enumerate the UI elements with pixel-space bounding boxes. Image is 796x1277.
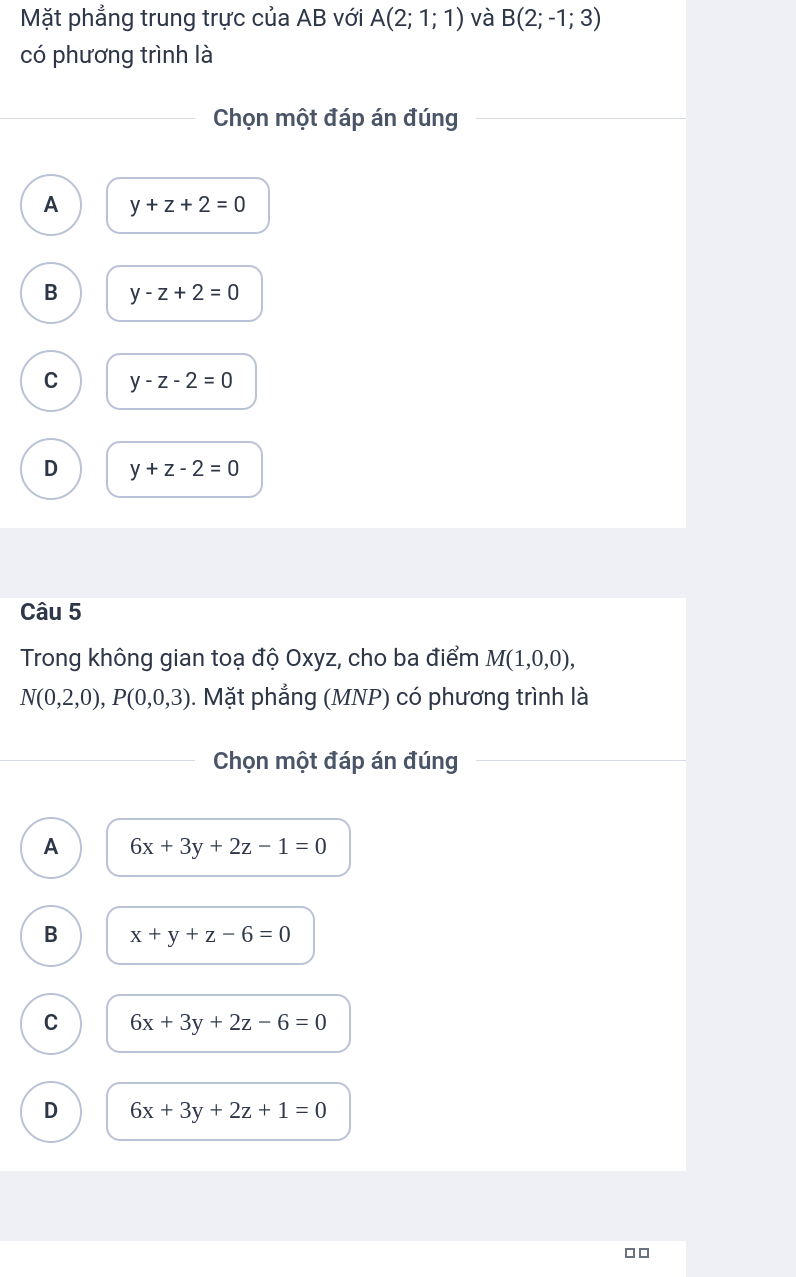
- qr-icon[interactable]: [624, 1247, 664, 1271]
- instruction-divider: Chọn một đáp án đúng: [0, 747, 686, 775]
- divider-line-left: [0, 118, 195, 119]
- divider-line-right: [476, 760, 686, 761]
- question-text-part2: . Mặt phẳng: [191, 683, 324, 711]
- option-letter: D: [20, 438, 82, 500]
- question-text-line1: Mặt phẳng trung trực của AB với A(2; 1; …: [20, 4, 602, 32]
- option-a[interactable]: A y + z + 2 = 0: [20, 174, 666, 236]
- option-label: y - z - 2 = 0: [106, 353, 257, 410]
- question-text: Mặt phẳng trung trực của AB với A(2; 1; …: [20, 0, 666, 74]
- divider-line-left: [0, 760, 195, 761]
- option-letter: B: [20, 262, 82, 324]
- option-a[interactable]: A 6x + 3y + 2z − 1 = 0: [20, 817, 666, 879]
- question-text-part3: có phương trình là: [390, 683, 589, 711]
- option-letter: B: [20, 905, 82, 967]
- question-title: Câu 5: [20, 598, 666, 626]
- option-label: 6x + 3y + 2z + 1 = 0: [106, 1082, 351, 1141]
- question-text: Trong không gian toạ độ Oxyz, cho ba điể…: [20, 640, 666, 716]
- math-n: N(0,2,0),: [20, 685, 112, 711]
- instruction-divider: Chọn một đáp án đúng: [0, 104, 686, 132]
- option-label: y + z + 2 = 0: [106, 177, 270, 234]
- option-b[interactable]: B y - z + 2 = 0: [20, 262, 666, 324]
- option-letter: D: [20, 1081, 82, 1143]
- question-text-line2: có phương trình là: [20, 41, 213, 69]
- option-letter: A: [20, 817, 82, 879]
- option-label: y - z + 2 = 0: [106, 265, 263, 322]
- option-label: y + z - 2 = 0: [106, 441, 263, 498]
- option-label: 6x + 3y + 2z − 6 = 0: [106, 994, 351, 1053]
- math-p: P(0,0,3): [112, 685, 191, 711]
- option-c[interactable]: C y - z - 2 = 0: [20, 350, 666, 412]
- option-label: 6x + 3y + 2z − 1 = 0: [106, 818, 351, 877]
- option-letter: C: [20, 993, 82, 1055]
- math-m: M(1,0,0),: [486, 646, 576, 672]
- bottom-bar: [0, 1241, 686, 1277]
- option-d[interactable]: D y + z - 2 = 0: [20, 438, 666, 500]
- option-label: x + y + z − 6 = 0: [106, 906, 315, 965]
- divider-line-right: [476, 118, 686, 119]
- option-d[interactable]: D 6x + 3y + 2z + 1 = 0: [20, 1081, 666, 1143]
- options-list: A y + z + 2 = 0 B y - z + 2 = 0 C y - z …: [20, 170, 666, 500]
- instruction-text: Chọn một đáp án đúng: [195, 104, 476, 132]
- question-text-part1: Trong không gian toạ độ Oxyz, cho ba điể…: [20, 644, 486, 672]
- options-list: A 6x + 3y + 2z − 1 = 0 B x + y + z − 6 =…: [20, 813, 666, 1143]
- option-letter: A: [20, 174, 82, 236]
- option-letter: C: [20, 350, 82, 412]
- question-card-5: Câu 5 Trong không gian toạ độ Oxyz, cho …: [0, 598, 686, 1170]
- question-card-4: Mặt phẳng trung trực của AB với A(2; 1; …: [0, 0, 686, 528]
- instruction-text: Chọn một đáp án đúng: [195, 747, 476, 775]
- math-mnp: (MNP): [323, 685, 390, 711]
- option-b[interactable]: B x + y + z − 6 = 0: [20, 905, 666, 967]
- option-c[interactable]: C 6x + 3y + 2z − 6 = 0: [20, 993, 666, 1055]
